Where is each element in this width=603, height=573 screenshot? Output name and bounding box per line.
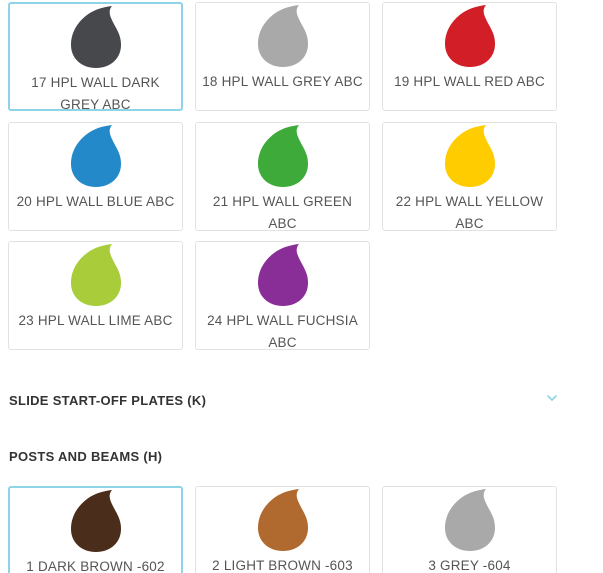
color-option-label: 2 LIGHT BROWN -603 [212,558,353,573]
drop-shape [70,125,121,187]
color-option-20-blue[interactable]: 20 HPL WALL BLUE ABC [8,122,183,231]
drop-shape [257,489,308,551]
color-option-17-dark-grey[interactable]: 17 HPL WALL DARK GREY ABC [8,2,183,112]
color-option-label: 24 HPL WALL FUCHSIA ABC [207,313,358,350]
section-title-posts-and-beams: POSTS AND BEAMS (H) [9,449,163,464]
drop-swatch-icon [70,244,121,306]
drop-swatch-icon [444,5,495,67]
drop-shape [444,125,495,187]
color-option-label: 17 HPL WALL DARK GREY ABC [31,75,160,112]
drop-swatch-icon [70,490,121,552]
color-option-label: 19 HPL WALL RED ABC [394,74,545,89]
drop-swatch-icon [70,125,121,187]
color-option-label: 3 GREY -604 [428,558,511,573]
drop-swatch-icon [257,244,308,306]
color-option-label: 18 HPL WALL GREY ABC [202,74,363,89]
post-color-option-1-dark-brown[interactable]: 1 DARK BROWN -602 [8,486,183,573]
color-option-18-grey[interactable]: 18 HPL WALL GREY ABC [195,2,370,111]
color-option-label: 23 HPL WALL LIME ABC [18,313,173,328]
drop-swatch-icon [257,125,308,187]
color-option-21-green[interactable]: 21 HPL WALL GREEN ABC [195,122,370,231]
color-option-22-yellow[interactable]: 22 HPL WALL YELLOW ABC [382,122,557,231]
drop-shape [257,244,308,306]
drop-shape [70,490,121,552]
color-option-label: 20 HPL WALL BLUE ABC [16,194,175,209]
color-option-24-fuchsia[interactable]: 24 HPL WALL FUCHSIA ABC [195,241,370,350]
drop-swatch-icon [444,125,495,187]
section-title: SLIDE START-OFF PLATES (K) [9,393,207,408]
drop-swatch-icon [257,5,308,67]
drop-shape [444,5,495,67]
section-slide-start-off-header[interactable]: SLIDE START-OFF PLATES (K) [0,385,603,415]
color-option-19-red[interactable]: 19 HPL WALL RED ABC [382,2,557,111]
drop-swatch-icon [444,489,495,551]
color-option-label: 22 HPL WALL YELLOW ABC [395,194,544,231]
drop-swatch-icon [70,6,121,68]
color-option-label: 21 HPL WALL GREEN ABC [212,194,353,231]
post-color-option-3-grey[interactable]: 3 GREY -604 [382,486,557,573]
drop-shape [257,125,308,187]
drop-shape [70,244,121,306]
drop-shape [70,6,121,68]
configurator-panel: 17 HPL WALL DARK GREY ABC 18 HPL WALL GR… [0,0,603,573]
chevron-down-icon[interactable] [545,391,559,405]
drop-shape [257,5,308,67]
post-color-option-2-light-brown[interactable]: 2 LIGHT BROWN -603 [195,486,370,573]
drop-shape [444,489,495,551]
color-option-23-lime[interactable]: 23 HPL WALL LIME ABC [8,241,183,350]
drop-swatch-icon [257,489,308,551]
color-option-label: 1 DARK BROWN -602 [26,559,165,573]
